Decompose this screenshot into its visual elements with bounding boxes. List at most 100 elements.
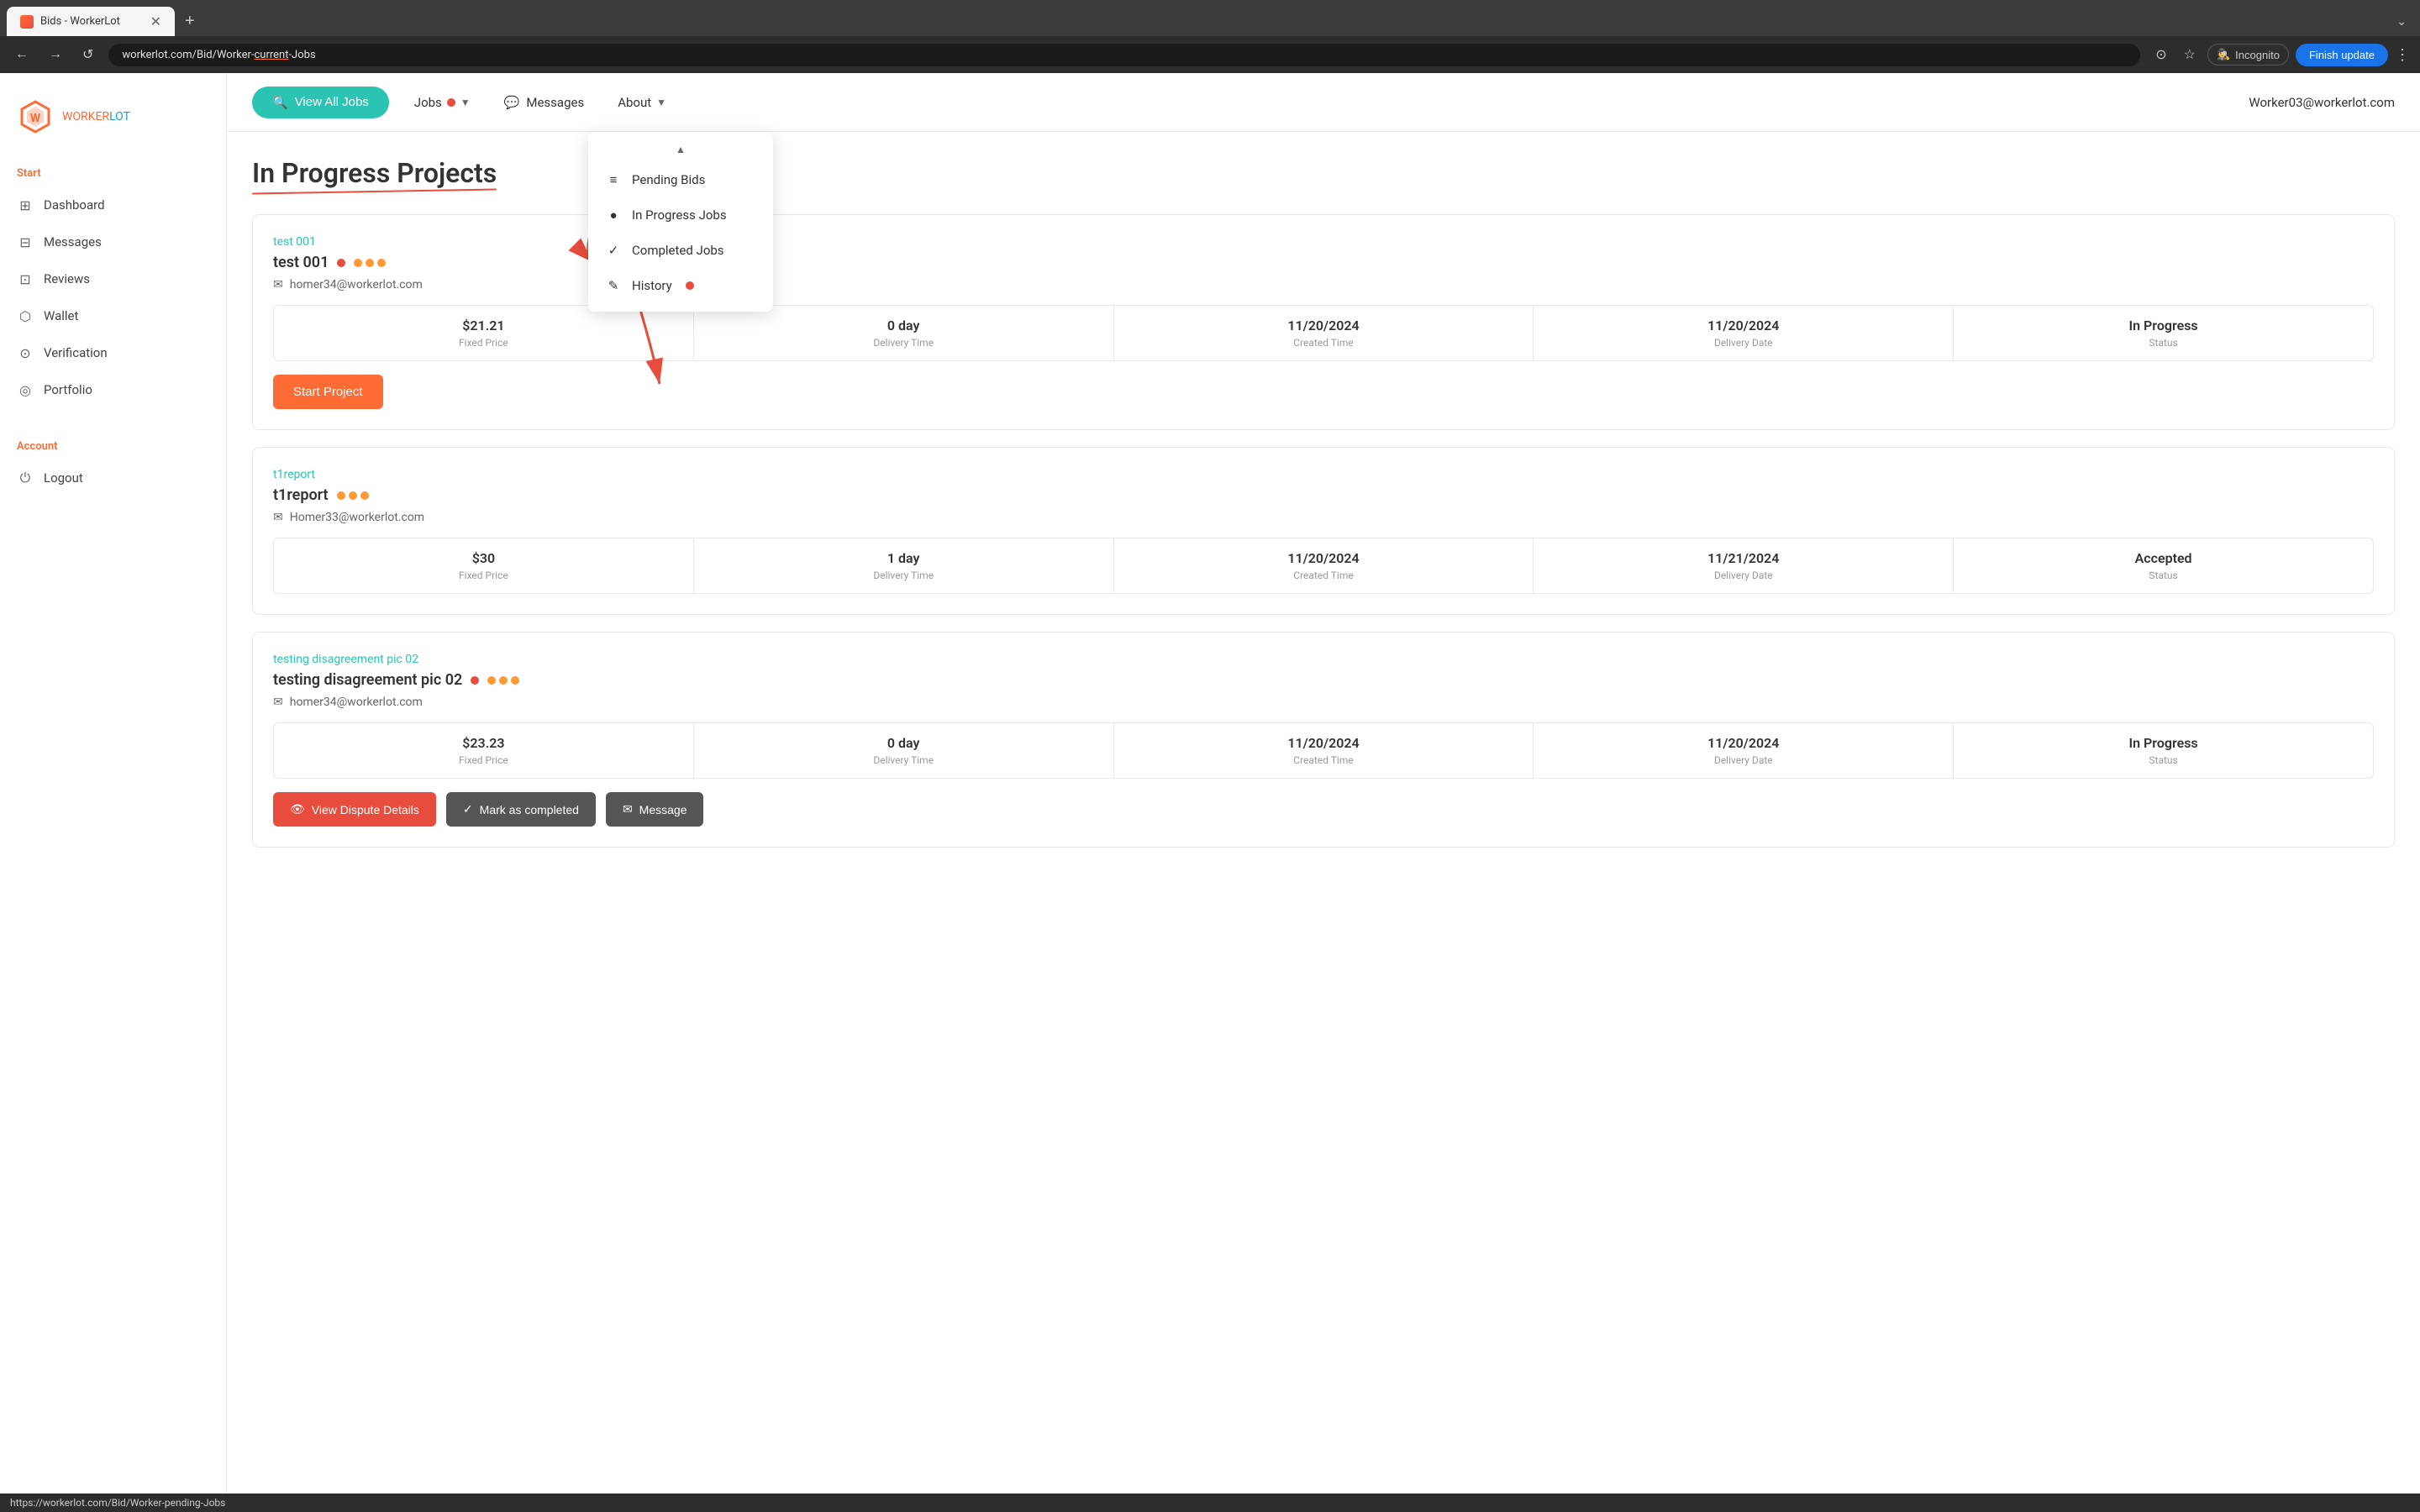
job-stat-delivery-2: 1 day Delivery Time bbox=[694, 538, 1114, 593]
new-tab-button[interactable]: + bbox=[178, 8, 202, 34]
forward-button[interactable]: → bbox=[44, 44, 67, 66]
sidebar-item-dashboard[interactable]: ⊞ Dashboard bbox=[0, 186, 226, 223]
messages-label: Messages bbox=[526, 95, 584, 110]
start-project-button-1[interactable]: Start Project bbox=[273, 375, 383, 409]
job-1-dot-3 bbox=[377, 259, 386, 267]
job-stat-price-label-3: Fixed Price bbox=[287, 754, 680, 766]
mark-completed-button[interactable]: ✓ Mark as completed bbox=[446, 792, 596, 827]
job-stat-delivdate-3: 11/20/2024 Delivery Date bbox=[1534, 723, 1954, 778]
dropdown-item-label: In Progress Jobs bbox=[632, 207, 727, 223]
cast-button[interactable]: ⊙ bbox=[2150, 43, 2171, 66]
job-stat-created-1: 11/20/2024 Created Time bbox=[1114, 306, 1534, 360]
job-title-1: test 001 bbox=[273, 254, 329, 271]
job-stat-created-value-3: 11/20/2024 bbox=[1128, 735, 1520, 751]
circle-icon: ● bbox=[605, 207, 622, 223]
job-stat-price-2: $30 Fixed Price bbox=[274, 538, 694, 593]
messages-icon: ⊟ bbox=[17, 234, 34, 250]
nav-jobs-label: Jobs bbox=[414, 95, 442, 110]
tab-close-button[interactable]: ✕ bbox=[150, 13, 161, 29]
tab-expand-button[interactable]: ⌄ bbox=[2390, 12, 2413, 32]
job-stat-price-value-1: $21.21 bbox=[287, 318, 680, 333]
verification-icon: ⊙ bbox=[17, 344, 34, 361]
status-bar-url: https://workerlot.com/Bid/Worker-pending… bbox=[10, 1497, 225, 1509]
job-stat-price-3: $23.23 Fixed Price bbox=[274, 723, 694, 778]
main-content: In Progress Projects test 001 test 001 ✉ bbox=[227, 132, 2420, 1509]
sidebar-item-verification[interactable]: ⊙ Verification bbox=[0, 334, 226, 371]
chat-icon: 💬 bbox=[504, 95, 520, 110]
more-button[interactable]: ⋮ bbox=[2395, 46, 2410, 64]
dropdown-history[interactable]: ✎ History bbox=[588, 268, 773, 303]
job-stat-delivdate-2: 11/21/2024 Delivery Date bbox=[1534, 538, 1954, 593]
job-title-3: testing disagreement pic 02 bbox=[273, 671, 462, 689]
job-stat-status-1: In Progress Status bbox=[1954, 306, 2373, 360]
incognito-button[interactable]: 🕵 Incognito bbox=[2207, 44, 2289, 66]
sidebar-item-wallet[interactable]: ⬡ Wallet bbox=[0, 297, 226, 334]
sidebar-item-messages[interactable]: ⊟ Messages bbox=[0, 223, 226, 260]
user-email: Worker03@workerlot.com bbox=[2249, 95, 2395, 110]
job-stat-price-1: $21.21 Fixed Price bbox=[274, 306, 694, 360]
job-stat-status-value-3: In Progress bbox=[1967, 735, 2360, 751]
job-link-2[interactable]: t1report bbox=[273, 468, 2374, 481]
job-stat-status-2: Accepted Status bbox=[1954, 538, 2373, 593]
back-button[interactable]: ← bbox=[10, 44, 34, 66]
email-icon-1: ✉ bbox=[273, 278, 283, 291]
job-stat-delivery-label: Delivery Time bbox=[708, 337, 1100, 349]
logout-icon: ⏻ bbox=[17, 470, 34, 486]
finish-update-button[interactable]: Finish update bbox=[2296, 44, 2388, 66]
logo: W WORKERLOT bbox=[17, 98, 209, 135]
job-stats-2: $30 Fixed Price 1 day Delivery Time 11/2… bbox=[273, 538, 2374, 594]
job-email-text-3: homer34@workerlot.com bbox=[290, 696, 423, 709]
sidebar-item-portfolio[interactable]: ◎ Portfolio bbox=[0, 371, 226, 408]
refresh-button[interactable]: ↺ bbox=[77, 43, 98, 66]
mark-completed-label: Mark as completed bbox=[480, 803, 579, 816]
job-stat-created-value-1: 11/20/2024 bbox=[1128, 318, 1520, 333]
job-stat-delivery-1: 0 day Delivery Time bbox=[694, 306, 1114, 360]
sidebar-item-reviews[interactable]: ⊡ Reviews bbox=[0, 260, 226, 297]
email-icon-2: ✉ bbox=[273, 511, 283, 524]
dropdown-pending-bids[interactable]: ≡ Pending Bids bbox=[588, 162, 773, 197]
job-stat-created-2: 11/20/2024 Created Time bbox=[1114, 538, 1534, 593]
message-button[interactable]: ✉ Message bbox=[606, 792, 704, 827]
eye-icon: 👁 bbox=[290, 802, 305, 816]
job-stat-status-label-3: Status bbox=[1967, 754, 2360, 766]
job-link-3[interactable]: testing disagreement pic 02 bbox=[273, 653, 2374, 666]
sidebar-item-label: Portfolio bbox=[44, 382, 92, 397]
dropdown-item-label: Completed Jobs bbox=[632, 243, 724, 258]
job-stat-delivery-label-3: Delivery Time bbox=[708, 754, 1100, 766]
sidebar-item-logout[interactable]: ⏻ Logout bbox=[0, 459, 226, 496]
nav-about[interactable]: About ▼ bbox=[609, 88, 675, 117]
tab-favicon bbox=[20, 15, 34, 29]
job-stat-price-value-2: $30 bbox=[287, 550, 680, 566]
page-title-text: In Progress Projects bbox=[252, 157, 497, 189]
nav-jobs-dropdown[interactable]: Jobs ▼ bbox=[406, 88, 479, 117]
job-title-2: t1report bbox=[273, 486, 329, 504]
dropdown-completed-jobs[interactable]: ✓ Completed Jobs bbox=[588, 233, 773, 268]
wallet-icon: ⬡ bbox=[17, 307, 34, 324]
job-email-3: ✉ homer34@workerlot.com bbox=[273, 696, 2374, 709]
dropdown-in-progress-jobs[interactable]: ● In Progress Jobs bbox=[588, 197, 773, 233]
url-text: workerlot.com/Bid/Worker-current-Jobs bbox=[122, 49, 315, 61]
history-notification-dot bbox=[686, 281, 694, 290]
job-stat-delivdate-label: Delivery Date bbox=[1547, 337, 1939, 349]
nav-messages[interactable]: 💬 Messages bbox=[496, 88, 593, 117]
check-mark-icon: ✓ bbox=[463, 802, 473, 816]
jobs-dropdown-menu: ▲ ≡ Pending Bids ● In Progress Jobs ✓ Co… bbox=[588, 132, 773, 312]
view-dispute-button[interactable]: 👁 View Dispute Details bbox=[273, 792, 436, 827]
view-all-jobs-button[interactable]: 🔍 View All Jobs bbox=[252, 87, 389, 118]
address-bar: ← → ↺ workerlot.com/Bid/Worker-current-J… bbox=[0, 36, 2420, 73]
job-2-dots bbox=[337, 491, 369, 500]
active-tab[interactable]: Bids - WorkerLot ✕ bbox=[7, 7, 175, 36]
tab-title: Bids - WorkerLot bbox=[40, 15, 144, 28]
logo-lot: LOT bbox=[109, 110, 130, 123]
job-stat-status-value-1: In Progress bbox=[1967, 318, 2360, 333]
url-prefix: workerlot.com/Bid/Worker- bbox=[122, 49, 254, 61]
url-bar[interactable]: workerlot.com/Bid/Worker-current-Jobs bbox=[108, 44, 2140, 66]
job-1-dot-1 bbox=[354, 259, 362, 267]
history-icon: ✎ bbox=[605, 278, 622, 293]
bookmark-button[interactable]: ☆ bbox=[2179, 43, 2201, 66]
jobs-notification-dot bbox=[447, 98, 455, 107]
job-stat-price-value-3: $23.23 bbox=[287, 735, 680, 751]
reviews-icon: ⊡ bbox=[17, 270, 34, 287]
job-stat-status-value-2: Accepted bbox=[1967, 550, 2360, 566]
sidebar-item-label: Verification bbox=[44, 345, 108, 360]
